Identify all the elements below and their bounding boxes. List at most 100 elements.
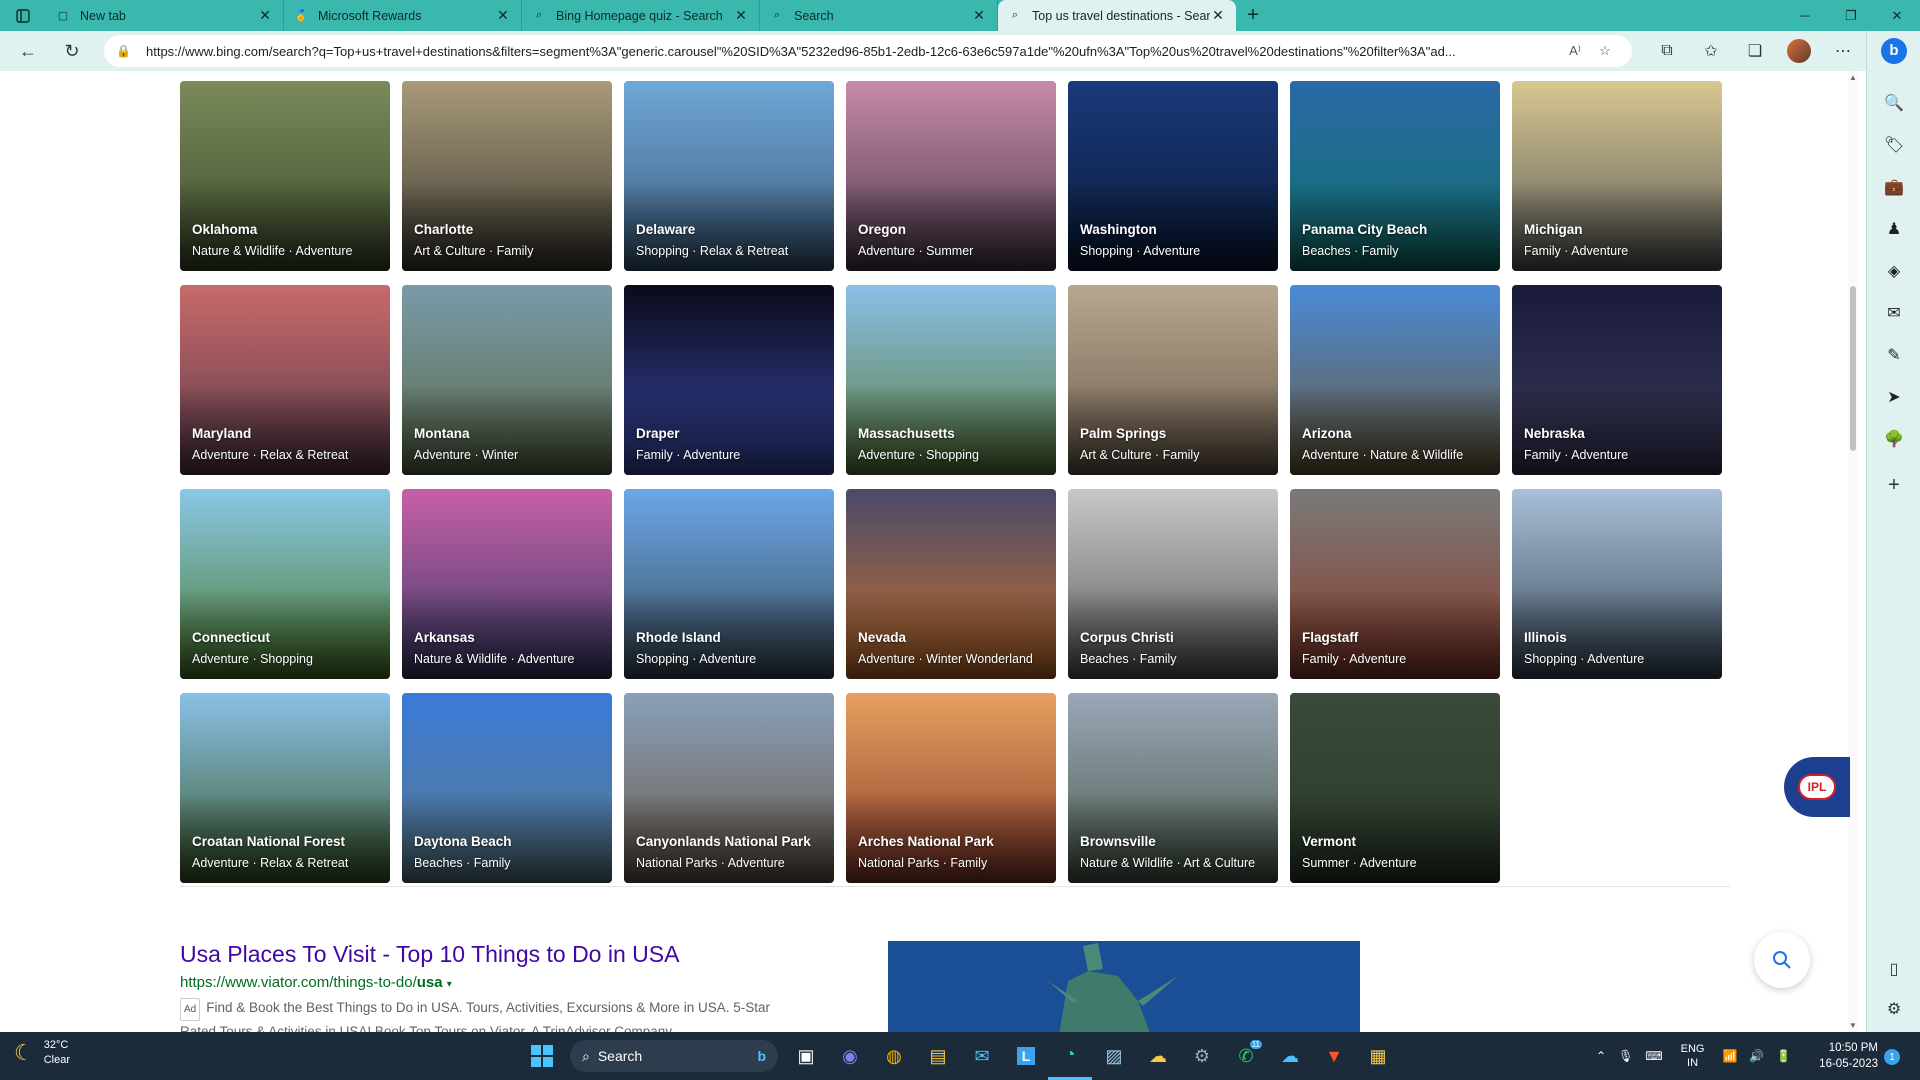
sidebar-games-icon[interactable]: ♟ xyxy=(1867,211,1920,247)
store-icon[interactable]: ▦ xyxy=(1356,1032,1400,1080)
page-scrollbar[interactable]: ▲ ▼ xyxy=(1848,71,1858,1032)
destination-card[interactable]: Arkansas Nature & Wildlife · Adventure xyxy=(402,489,612,679)
destination-card[interactable]: Nevada Adventure · Winter Wonderland xyxy=(846,489,1056,679)
tab-2[interactable]: 🏅 Microsoft Rewards ✕ xyxy=(284,0,522,31)
tab-5[interactable]: ⌕ Top us travel destinations - Search ✕ xyxy=(998,0,1236,31)
destination-card[interactable]: Corpus Christi Beaches · Family xyxy=(1068,489,1278,679)
destination-card[interactable]: Oregon Adventure · Summer xyxy=(846,81,1056,271)
close-tab-icon[interactable]: ✕ xyxy=(971,7,987,24)
destination-card[interactable]: Connecticut Adventure · Shopping xyxy=(180,489,390,679)
destination-card[interactable]: Nebraska Family · Adventure xyxy=(1512,285,1722,475)
destination-card[interactable]: Rhode Island Shopping · Adventure xyxy=(624,489,834,679)
close-tab-icon[interactable]: ✕ xyxy=(733,7,749,24)
sidebar-designer-icon[interactable]: ✎ xyxy=(1867,337,1920,373)
destination-card[interactable]: Illinois Shopping · Adventure xyxy=(1512,489,1722,679)
task-view-icon[interactable]: ▣ xyxy=(784,1032,828,1080)
close-window-button[interactable]: ✕ xyxy=(1874,0,1920,31)
tab-3[interactable]: ⌕ Bing Homepage quiz - Search ✕ xyxy=(522,0,760,31)
photos-icon[interactable]: ▨ xyxy=(1092,1032,1136,1080)
scroll-down-arrow[interactable]: ▼ xyxy=(1848,1021,1858,1030)
mail-icon[interactable]: ✉ xyxy=(960,1032,1004,1080)
destination-card[interactable]: Washington Shopping · Adventure xyxy=(1068,81,1278,271)
result-url[interactable]: https://www.viator.com/things-to-do/usa … xyxy=(180,974,800,991)
sidebar-tree-icon[interactable]: 🌳 xyxy=(1867,421,1920,457)
minimize-button[interactable]: ─ xyxy=(1782,0,1828,31)
ipl-widget[interactable]: IPL xyxy=(1784,757,1850,817)
edge-icon[interactable]: ◔ xyxy=(1048,1032,1092,1080)
chevron-up-icon[interactable]: ⌃ xyxy=(1596,1049,1606,1063)
microphone-icon[interactable]: 🎙 xyxy=(1618,1049,1633,1063)
destination-card[interactable]: Massachusetts Adventure · Shopping xyxy=(846,285,1056,475)
destination-card[interactable]: Panama City Beach Beaches · Family xyxy=(1290,81,1500,271)
refresh-button[interactable]: ↻ xyxy=(50,31,94,71)
close-tab-icon[interactable]: ✕ xyxy=(495,7,511,24)
start-button[interactable] xyxy=(520,1032,564,1080)
destination-card[interactable]: Vermont Summer · Adventure xyxy=(1290,693,1500,883)
extensions-icon[interactable]: ⧉ xyxy=(1645,31,1689,71)
scroll-up-arrow[interactable]: ▲ xyxy=(1848,73,1858,82)
bing-chat-icon[interactable]: b xyxy=(1867,33,1920,69)
close-tab-icon[interactable]: ✕ xyxy=(1210,7,1226,24)
new-tab-button[interactable]: + xyxy=(1236,0,1270,31)
destination-card[interactable]: Flagstaff Family · Adventure xyxy=(1290,489,1500,679)
destination-card[interactable]: Maryland Adventure · Relax & Retreat xyxy=(180,285,390,475)
back-button[interactable]: ← xyxy=(6,31,50,71)
scrollbar-thumb[interactable] xyxy=(1850,286,1856,451)
weather-app-icon[interactable]: ☁ xyxy=(1136,1032,1180,1080)
sidebar-office-icon[interactable]: ◈ xyxy=(1867,253,1920,289)
close-tab-icon[interactable]: ✕ xyxy=(257,7,273,24)
destination-card[interactable]: Arches National Park National Parks · Fam… xyxy=(846,693,1056,883)
destination-card[interactable]: Oklahoma Nature & Wildlife · Adventure xyxy=(180,81,390,271)
l-app-icon[interactable]: L xyxy=(1004,1032,1048,1080)
weather-widget[interactable]: ☾ 32°C Clear xyxy=(14,1038,70,1068)
settings-app-icon[interactable]: ⚙ xyxy=(1180,1032,1224,1080)
destination-card[interactable]: Montana Adventure · Winter xyxy=(402,285,612,475)
teams-chat-icon[interactable]: ◉ xyxy=(828,1032,872,1080)
read-aloud-icon[interactable]: A⁾ xyxy=(1560,43,1590,59)
battery-icon[interactable]: 🔋 xyxy=(1776,1049,1791,1063)
file-explorer-icon[interactable]: ▤ xyxy=(916,1032,960,1080)
collections-icon[interactable]: ❏ xyxy=(1733,31,1777,71)
chrome-icon[interactable]: ◍ xyxy=(872,1032,916,1080)
destination-card[interactable]: Daytona Beach Beaches · Family xyxy=(402,693,612,883)
sidebar-send-icon[interactable]: ➤ xyxy=(1867,379,1920,415)
brave-icon[interactable]: ▼ xyxy=(1312,1032,1356,1080)
destination-card[interactable]: Delaware Shopping · Relax & Retreat xyxy=(624,81,834,271)
sidebar-outlook-icon[interactable]: ✉ xyxy=(1867,295,1920,331)
sidebar-settings-icon[interactable]: ⚙ xyxy=(1867,991,1920,1027)
tab-4[interactable]: ⌕ Search ✕ xyxy=(760,0,998,31)
favorite-star-icon[interactable]: ☆ xyxy=(1590,43,1620,59)
tab-actions-button[interactable] xyxy=(0,0,46,31)
favorites-icon[interactable]: ✩ xyxy=(1689,31,1733,71)
tab-1[interactable]: ▢ New tab ✕ xyxy=(46,0,284,31)
restore-button[interactable]: ❐ xyxy=(1828,0,1874,31)
keyboard-icon[interactable]: ⌨ xyxy=(1645,1049,1662,1063)
notification-badge[interactable]: 1 xyxy=(1884,1049,1900,1065)
destination-card[interactable]: Palm Springs Art & Culture · Family xyxy=(1068,285,1278,475)
search-fab-button[interactable] xyxy=(1754,932,1810,988)
destination-card[interactable]: Croatan National Forest Adventure · Relax… xyxy=(180,693,390,883)
sidebar-add-icon[interactable]: + xyxy=(1867,467,1920,503)
destination-card[interactable]: Charlotte Art & Culture · Family xyxy=(402,81,612,271)
result-title-link[interactable]: Usa Places To Visit - Top 10 Things to D… xyxy=(180,941,800,968)
whatsapp-icon[interactable]: ✆ 11 xyxy=(1224,1032,1268,1080)
taskbar-search[interactable]: ⌕ Search b xyxy=(570,1040,778,1072)
address-bar[interactable]: 🔒 https://www.bing.com/search?q=Top+us+t… xyxy=(104,35,1632,67)
destination-card[interactable]: Michigan Family · Adventure xyxy=(1512,81,1722,271)
volume-icon[interactable]: 🔊 xyxy=(1749,1049,1764,1063)
address-url[interactable]: https://www.bing.com/search?q=Top+us+tra… xyxy=(146,44,1560,59)
onedrive-icon[interactable]: ☁ xyxy=(1268,1032,1312,1080)
sidebar-tag-icon[interactable]: 🏷 xyxy=(1867,127,1920,163)
language-indicator[interactable]: ENG IN xyxy=(1675,1042,1711,1070)
sidebar-panel-icon[interactable]: ▯ xyxy=(1867,951,1920,987)
sidebar-search-icon[interactable]: 🔍 xyxy=(1867,85,1920,121)
chevron-down-icon[interactable]: ▾ xyxy=(447,979,452,990)
wifi-icon[interactable]: 📶 xyxy=(1722,1049,1737,1063)
profile-avatar[interactable] xyxy=(1777,31,1821,71)
statue-of-liberty-image[interactable] xyxy=(888,941,1360,1032)
sidebar-briefcase-icon[interactable]: 💼 xyxy=(1867,169,1920,205)
destination-card[interactable]: Draper Family · Adventure xyxy=(624,285,834,475)
clock[interactable]: 10:50 PM 16-05-2023 xyxy=(1818,1040,1878,1072)
more-menu-icon[interactable]: ⋯ xyxy=(1821,31,1865,71)
destination-card[interactable]: Brownsville Nature & Wildlife · Art & Cul… xyxy=(1068,693,1278,883)
